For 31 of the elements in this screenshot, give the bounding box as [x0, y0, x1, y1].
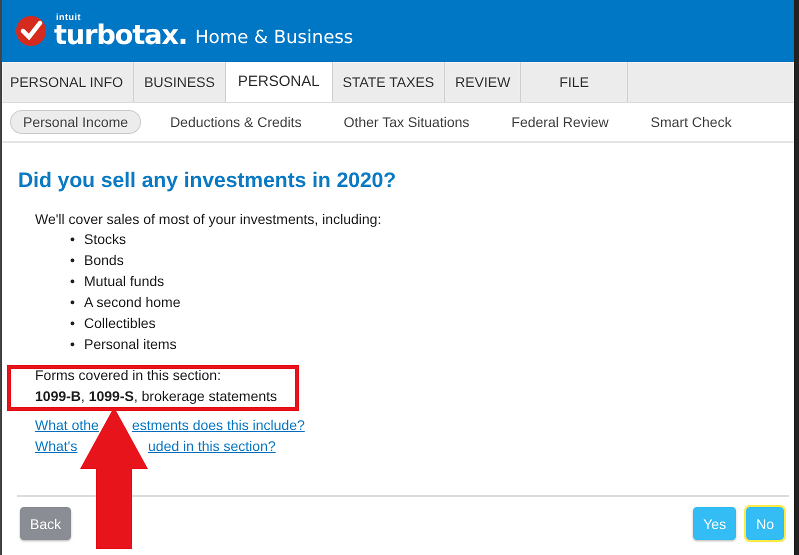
help-link[interactable]: What's: [35, 438, 78, 454]
bullet-marker: •: [70, 272, 76, 291]
page-title: Did you sell any investments in 2020?: [18, 169, 398, 193]
section-tab[interactable]: Personal Income: [10, 110, 142, 134]
bullet-item: Mutual funds: [84, 272, 164, 291]
forms-list: 1099-B, 1099-S, brokerage statements: [35, 386, 799, 407]
section-tab[interactable]: Smart Check: [638, 110, 745, 134]
bullet-marker: •: [70, 335, 76, 354]
bullet-item: Personal items: [84, 335, 177, 354]
intuit-logo-text: intuit: [56, 13, 82, 22]
bullet-item: Collectibles: [84, 314, 156, 333]
help-link[interactable]: What othe: [35, 417, 99, 433]
help-link[interactable]: estments does this include?: [132, 415, 305, 436]
bullet-marker: •: [70, 293, 76, 312]
forms-label: Forms covered in this section:: [35, 366, 222, 385]
turbotax-logo-text: turbotax.: [54, 22, 188, 49]
bullet-marker: •: [70, 251, 76, 270]
bullet-item: A second home: [84, 293, 181, 312]
nav-tab[interactable]: PERSONAL: [226, 62, 333, 102]
bullet-item: Stocks: [84, 230, 126, 249]
section-tab[interactable]: Federal Review: [498, 110, 622, 134]
section-tab[interactable]: Deductions & Credits: [157, 110, 315, 134]
bullet-item: Bonds: [84, 251, 124, 270]
nav-tab[interactable]: STATE TAXES: [332, 62, 446, 102]
intro-text: We'll cover sales of most of your investments, including:: [35, 211, 382, 227]
product-name: Home & Business: [195, 26, 354, 48]
help-link[interactable]: uded in this section?: [148, 436, 276, 457]
bullet-marker: •: [70, 314, 76, 333]
bullet-marker: •: [70, 230, 76, 249]
section-tab[interactable]: Other Tax Situations: [330, 110, 482, 134]
checkmark-logo-icon: [16, 16, 46, 46]
